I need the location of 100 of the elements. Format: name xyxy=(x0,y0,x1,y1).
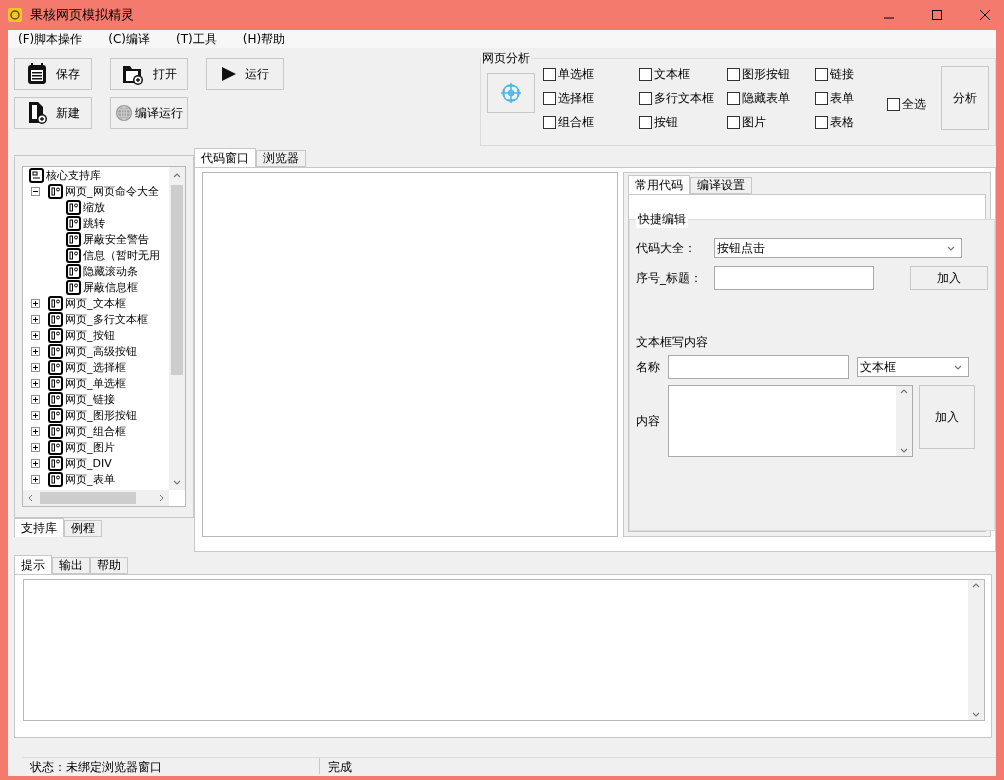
scroll-down-icon[interactable] xyxy=(173,479,181,485)
tree-item[interactable]: 网页_组合框 xyxy=(65,423,126,439)
tree-item[interactable]: 缩放 xyxy=(83,199,105,215)
tab[interactable]: 常用代码 xyxy=(628,175,690,194)
toolbar-button[interactable]: 编译运行 xyxy=(110,97,188,129)
scroll-down-icon[interactable] xyxy=(972,712,980,717)
tree-item[interactable]: 网页_链接 xyxy=(65,391,115,407)
field-label: 名称 xyxy=(636,358,661,376)
tab[interactable]: 代码窗口 xyxy=(194,148,256,167)
field-label: 代码大全： xyxy=(636,239,697,257)
group-title: 快捷编辑 xyxy=(636,211,688,228)
add-button[interactable]: 加入 xyxy=(910,266,988,290)
toolbar-button[interactable]: 打开 xyxy=(110,58,188,90)
checkbox[interactable] xyxy=(727,91,740,105)
scroll-right-icon[interactable] xyxy=(159,494,164,502)
tree-item[interactable]: 核心支持库 xyxy=(46,167,101,183)
tree-item[interactable]: 信息（暂时无用 xyxy=(83,247,160,263)
checkbox[interactable] xyxy=(815,115,828,129)
tab[interactable]: 编译设置 xyxy=(690,177,752,194)
tab[interactable]: 浏览器 xyxy=(256,150,306,167)
checkbox-label: 单选框 xyxy=(558,65,594,83)
expand-icon[interactable] xyxy=(31,474,40,484)
expand-icon[interactable] xyxy=(31,346,40,356)
horizontal-scrollbar[interactable] xyxy=(23,490,169,506)
expand-icon[interactable] xyxy=(31,330,40,340)
tree-item[interactable]: 网页_文本框 xyxy=(65,295,126,311)
tree-item[interactable]: 网页_图形按钮 xyxy=(65,407,137,423)
tree-item[interactable]: 网页_表单 xyxy=(65,471,115,487)
tab[interactable]: 例程 xyxy=(64,520,102,537)
module-icon xyxy=(48,343,63,359)
tree-item[interactable]: 网页_单选框 xyxy=(65,375,126,391)
checkbox[interactable] xyxy=(887,97,900,111)
expand-icon[interactable] xyxy=(31,378,40,388)
expand-icon[interactable] xyxy=(31,426,40,436)
checkbox[interactable] xyxy=(727,67,740,81)
tree-item[interactable]: 网页_网页命令大全 xyxy=(65,183,159,199)
toolbar-button[interactable]: 运行 xyxy=(206,58,284,90)
collapse-icon[interactable] xyxy=(31,186,40,196)
menu-item[interactable]: (C)编译 xyxy=(108,30,150,48)
expand-icon[interactable] xyxy=(31,298,40,308)
tab[interactable]: 帮助 xyxy=(90,557,128,574)
menu-item[interactable]: (H)帮助 xyxy=(242,30,286,48)
checkbox[interactable] xyxy=(543,67,556,81)
scroll-up-icon[interactable] xyxy=(972,583,980,588)
expand-icon[interactable] xyxy=(31,458,40,468)
tree-item[interactable]: 网页_DIV xyxy=(65,455,112,471)
expand-icon[interactable] xyxy=(31,394,40,404)
toolbar-button[interactable]: 保存 xyxy=(14,58,92,90)
checkbox[interactable] xyxy=(543,91,556,105)
module-icon xyxy=(48,311,63,327)
tab[interactable]: 支持库 xyxy=(14,518,64,537)
tab[interactable]: 提示 xyxy=(14,555,52,574)
checkbox[interactable] xyxy=(639,115,652,129)
vertical-scrollbar[interactable] xyxy=(968,580,984,720)
tree-item[interactable]: 网页_图片 xyxy=(65,439,115,455)
tree-item[interactable]: 屏蔽安全警告 xyxy=(83,231,149,247)
checkbox[interactable] xyxy=(543,115,556,129)
checkbox[interactable] xyxy=(727,115,740,129)
scroll-left-icon[interactable] xyxy=(28,494,33,502)
tree-item[interactable]: 屏蔽信息框 xyxy=(83,279,138,295)
tree-item[interactable]: 跳转 xyxy=(83,215,105,231)
checkbox[interactable] xyxy=(815,67,828,81)
vertical-scrollbar[interactable] xyxy=(169,167,185,490)
tree-item[interactable]: 网页_选择框 xyxy=(65,359,126,375)
add-button[interactable]: 加入 xyxy=(919,385,975,449)
title-input[interactable] xyxy=(714,266,874,290)
scroll-down-icon[interactable] xyxy=(900,448,908,453)
analyze-button[interactable]: 分析 xyxy=(941,66,989,130)
expand-icon[interactable] xyxy=(31,442,40,452)
expand-icon[interactable] xyxy=(31,362,40,372)
name-input[interactable] xyxy=(668,355,849,379)
tree-item[interactable]: 网页_按钮 xyxy=(65,327,115,343)
expand-icon[interactable] xyxy=(31,314,40,324)
globe-icon xyxy=(115,103,133,123)
play-icon xyxy=(221,66,237,82)
code-select[interactable]: 按钮点击 xyxy=(714,238,962,258)
module-icon xyxy=(48,359,63,375)
window-title: 果核网页模拟精灵 xyxy=(30,6,135,24)
type-select[interactable]: 文本框 xyxy=(857,357,969,377)
section-label: 文本框写内容 xyxy=(636,334,709,351)
toolbar-button[interactable]: 新建 xyxy=(14,97,92,129)
tab[interactable]: 输出 xyxy=(52,557,90,574)
dropdown-icon[interactable] xyxy=(954,364,962,370)
tree-item[interactable]: 网页_多行文本框 xyxy=(65,311,148,327)
maximize-icon[interactable] xyxy=(932,10,942,20)
vertical-scrollbar[interactable] xyxy=(896,386,912,456)
checkbox[interactable] xyxy=(639,91,652,105)
status-text: 状态：未绑定浏览器窗口 xyxy=(22,758,320,774)
dropdown-icon[interactable] xyxy=(947,245,955,251)
tree-item[interactable]: 网页_高级按钮 xyxy=(65,343,137,359)
field-label: 序号_标题： xyxy=(636,269,703,287)
checkbox[interactable] xyxy=(815,91,828,105)
scroll-up-icon[interactable] xyxy=(900,389,908,394)
checkbox[interactable] xyxy=(639,67,652,81)
scroll-up-icon[interactable] xyxy=(173,172,181,178)
close-icon[interactable] xyxy=(980,10,990,20)
menu-item[interactable]: (F)脚本操作 xyxy=(18,30,83,48)
expand-icon[interactable] xyxy=(31,410,40,420)
menu-item[interactable]: (T)工具 xyxy=(176,30,217,48)
tree-item[interactable]: 隐藏滚动条 xyxy=(83,263,138,279)
